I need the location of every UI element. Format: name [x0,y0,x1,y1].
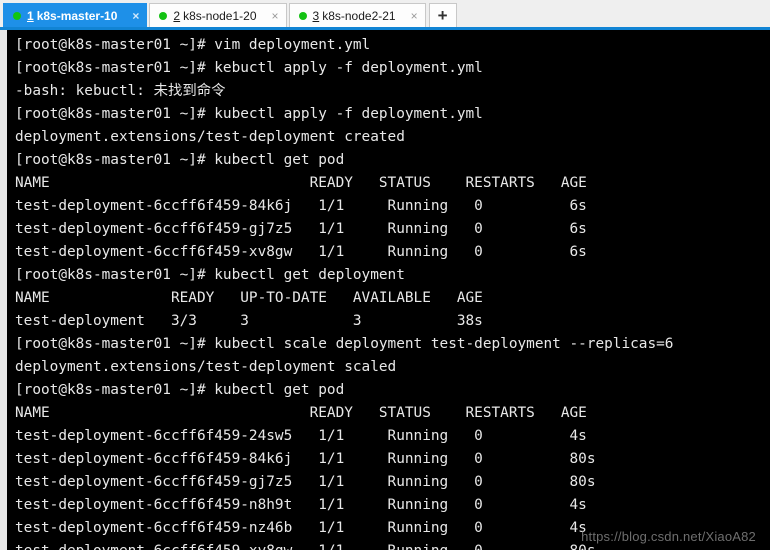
terminal-line: deployment.extensions/test-deployment cr… [15,129,405,145]
terminal-line: test-deployment-6ccff6f459-xv8gw 1/1 Run… [15,244,587,260]
terminal-line: [root@k8s-master01 ~]# kebuctl apply -f … [15,60,483,76]
watermark-text: https://blog.csdn.net/XiaoA82 [581,529,756,544]
terminal-container: [root@k8s-master01 ~]# vim deployment.ym… [0,27,770,550]
tab-status-dot-icon [13,11,21,20]
tab-number: 1 [27,8,34,23]
tab-k8s-node2-21[interactable]: 3 k8s-node2-21 × [288,3,426,27]
terminal-line: test-deployment-6ccff6f459-n8h9t 1/1 Run… [15,497,587,513]
terminal-line: test-deployment-6ccff6f459-84k6j 1/1 Run… [15,198,587,214]
terminal-line: test-deployment-6ccff6f459-84k6j 1/1 Run… [15,451,596,467]
close-icon[interactable]: × [269,10,282,22]
tab-status-dot-icon [159,11,168,20]
terminal-line: test-deployment-6ccff6f459-gj7z5 1/1 Run… [15,221,587,237]
tab-label: k8s-node1-20 [183,8,257,23]
tab-bar: 1 k8s-master-10 × 2 k8s-node1-20 × 3 k8s… [0,0,770,27]
terminal-line: -bash: kebuctl: 未找到命令 [15,83,226,99]
terminal-app-window: 1 k8s-master-10 × 2 k8s-node1-20 × 3 k8s… [0,0,770,550]
terminal-line: [root@k8s-master01 ~]# kubectl get pod [15,382,345,398]
terminal-line: [root@k8s-master01 ~]# kubectl scale dep… [15,336,674,352]
new-tab-button[interactable]: + [428,3,457,27]
close-icon[interactable]: × [129,10,142,22]
terminal-line: NAME READY STATUS RESTARTS AGE [15,405,587,421]
terminal-line: NAME READY UP-TO-DATE AVAILABLE AGE [15,290,483,306]
terminal-line: NAME READY STATUS RESTARTS AGE [15,175,587,191]
terminal-output[interactable]: [root@k8s-master01 ~]# vim deployment.ym… [7,30,770,550]
terminal-line: [root@k8s-master01 ~]# kubectl apply -f … [15,106,483,122]
tab-status-dot-icon [298,11,307,20]
terminal-line: deployment.extensions/test-deployment sc… [15,359,397,375]
terminal-line: test-deployment 3/3 3 3 38s [15,313,483,329]
tab-k8s-master-10[interactable]: 1 k8s-master-10 × [3,3,148,27]
close-icon[interactable]: × [408,10,421,22]
terminal-line: test-deployment-6ccff6f459-gj7z5 1/1 Run… [15,474,596,490]
tab-label: k8s-node2-21 [322,8,396,23]
terminal-line: [root@k8s-master01 ~]# vim deployment.ym… [15,37,371,53]
tab-number: 2 [173,8,181,23]
terminal-line: [root@k8s-master01 ~]# kubectl get pod [15,152,345,168]
tab-number: 3 [312,8,320,23]
tab-k8s-node1-20[interactable]: 2 k8s-node1-20 × [149,3,287,27]
terminal-line: test-deployment-6ccff6f459-24sw5 1/1 Run… [15,428,587,444]
tab-label: k8s-master-10 [36,8,118,23]
terminal-line: [root@k8s-master01 ~]# kubectl get deplo… [15,267,405,283]
